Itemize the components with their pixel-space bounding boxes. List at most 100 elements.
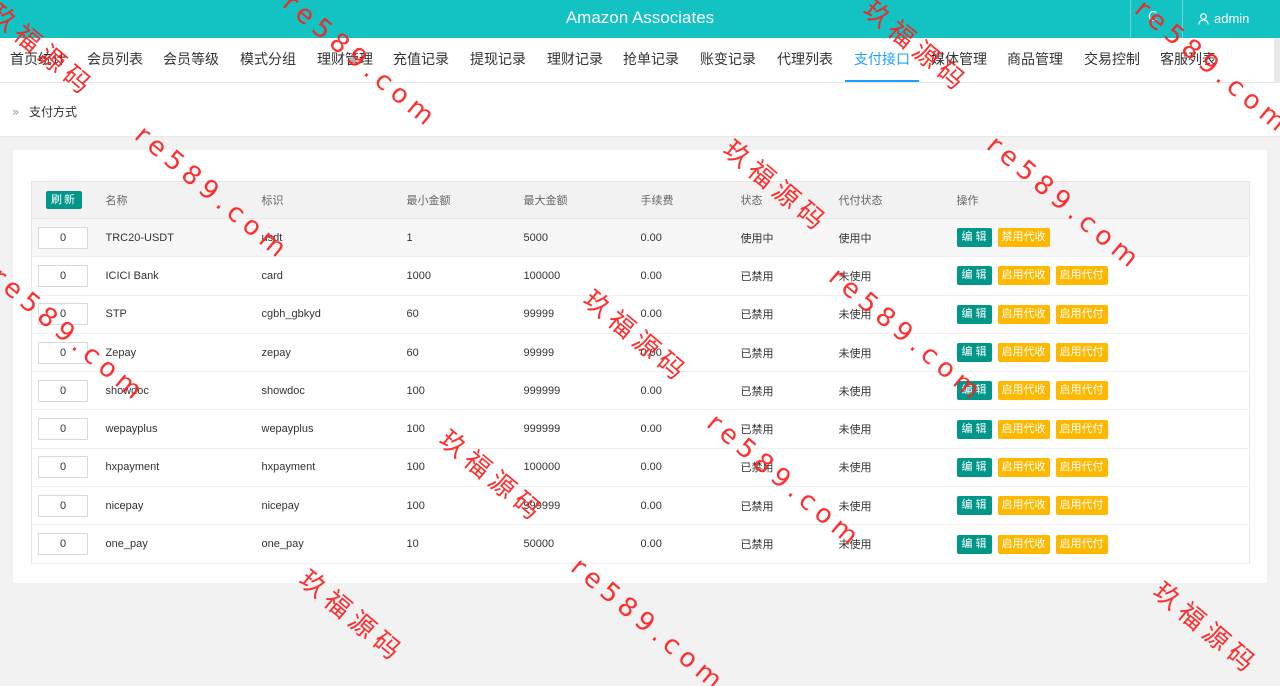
toggle-collection-button[interactable]: 禁用代收 — [997, 228, 1050, 248]
header-left-glyph[interactable]: C — [1148, 0, 1157, 38]
toggle-payout-button[interactable]: 启用代付 — [1055, 457, 1108, 477]
toggle-payout-button[interactable]: 启用代付 — [1055, 419, 1108, 439]
toggle-payout-button[interactable]: 启用代付 — [1055, 304, 1108, 324]
nav-tab[interactable]: 媒体管理 — [931, 38, 987, 82]
edit-button[interactable]: 编辑 — [956, 419, 992, 439]
code-cell: wepayplus — [261, 409, 407, 449]
name-cell: one_pay — [105, 524, 262, 564]
edit-button[interactable]: 编辑 — [956, 266, 992, 286]
toggle-collection-button[interactable]: 启用代收 — [997, 496, 1050, 516]
breadcrumb: » 支付方式 — [0, 83, 1280, 137]
header-divider — [1130, 0, 1131, 38]
min-amount-cell: 1000 — [406, 256, 524, 296]
top-header: Amazon Associates C admin — [0, 0, 1280, 38]
name-cell: hxpayment — [105, 448, 262, 488]
sort-order-input[interactable]: 0 — [38, 303, 88, 326]
payout-status-cell: 未使用 — [838, 448, 957, 488]
toggle-collection-button[interactable]: 启用代收 — [997, 534, 1050, 554]
sort-order-input[interactable]: 0 — [38, 341, 88, 364]
max-amount-cell: 99999 — [523, 295, 641, 334]
col-header-max: 最大金额 — [523, 181, 641, 219]
nav-tab[interactable]: 会员等级 — [163, 38, 219, 82]
sort-cell: 0 — [31, 486, 106, 526]
table-row: 0 one_pay one_pay 10 50000 0.00 已禁用 未使用 编辑 启用代收 启用… — [31, 524, 1250, 564]
nav-tab[interactable]: 抢单记录 — [623, 38, 679, 82]
breadcrumb-current[interactable]: 支付方式 — [29, 103, 77, 120]
sort-order-input[interactable]: 0 — [38, 379, 88, 402]
user-menu[interactable]: admin — [1198, 0, 1249, 38]
nav-tab[interactable]: 代理列表 — [777, 38, 833, 82]
sort-order-input[interactable]: 0 — [38, 418, 88, 441]
status-cell: 已禁用 — [740, 295, 839, 334]
table-row: 0 ICICI Bank card 1000 100000 0.00 已禁用 未使用 编辑 启用代… — [31, 256, 1250, 296]
app-title: Amazon Associates — [565, 8, 715, 27]
refresh-button[interactable]: 刷新 — [46, 191, 82, 209]
nav-tab[interactable]: 会员列表 — [87, 38, 143, 82]
col-header-actions: 操作 — [956, 181, 1250, 219]
sort-order-input[interactable]: 0 — [38, 494, 88, 517]
nav-tab[interactable]: 首页统计 — [10, 38, 66, 82]
nav-tab[interactable]: 客服列表 — [1160, 38, 1216, 82]
max-amount-cell: 5000 — [523, 218, 641, 258]
toggle-payout-button[interactable]: 启用代付 — [1055, 381, 1108, 401]
edit-button[interactable]: 编辑 — [956, 457, 992, 477]
toggle-collection-button[interactable]: 启用代收 — [997, 304, 1050, 324]
max-amount-cell: 999999 — [523, 409, 641, 449]
table-row: 0 nicepay nicepay 100 999999 0.00 已禁用 未使用 编辑 启用代收… — [31, 486, 1250, 526]
name-cell: STP — [105, 295, 262, 334]
nav-tab[interactable]: 商品管理 — [1007, 38, 1063, 82]
code-cell: hxpayment — [261, 448, 407, 488]
payout-status-cell: 未使用 — [838, 295, 957, 334]
min-amount-cell: 1 — [406, 218, 524, 258]
payout-status-cell: 未使用 — [838, 524, 957, 564]
toggle-collection-button[interactable]: 启用代收 — [997, 419, 1050, 439]
nav-tab[interactable]: 理财管理 — [317, 38, 373, 82]
nav-tab[interactable]: 账变记录 — [700, 38, 756, 82]
nav-scrollbar[interactable] — [1274, 38, 1280, 82]
toggle-payout-button[interactable]: 启用代付 — [1055, 496, 1108, 516]
nav-tab[interactable]: 模式分组 — [240, 38, 296, 82]
sort-order-input[interactable]: 0 — [38, 226, 88, 249]
name-cell: wepayplus — [105, 409, 262, 449]
edit-button[interactable]: 编辑 — [956, 228, 992, 248]
min-amount-cell: 100 — [406, 486, 524, 526]
actions-cell: 编辑 启用代收 启用代付 — [956, 409, 1250, 449]
toggle-payout-button[interactable]: 启用代付 — [1055, 343, 1108, 363]
status-cell: 已禁用 — [740, 448, 839, 488]
edit-button[interactable]: 编辑 — [956, 381, 992, 401]
edit-button[interactable]: 编辑 — [956, 496, 992, 516]
fee-cell: 0.00 — [640, 409, 741, 449]
nav-tab[interactable]: 理财记录 — [547, 38, 603, 82]
sort-order-input[interactable]: 0 — [38, 533, 88, 556]
nav-tab[interactable]: 充值记录 — [393, 38, 449, 82]
nav-tab[interactable]: 支付接口 — [845, 38, 919, 82]
toggle-collection-button[interactable]: 启用代收 — [997, 266, 1050, 286]
table-row: 0 hxpayment hxpayment 100 100000 0.00 已禁用 未使用 编辑… — [31, 448, 1250, 488]
actions-cell: 编辑 启用代收 启用代付 — [956, 524, 1250, 564]
name-cell: Zepay — [105, 333, 262, 373]
table-row: 0 showdoc showdoc 100 999999 0.00 已禁用 未使用 编辑 启用代收… — [31, 371, 1250, 411]
edit-button[interactable]: 编辑 — [956, 304, 992, 324]
edit-button[interactable]: 编辑 — [956, 343, 992, 363]
toggle-collection-button[interactable]: 启用代收 — [997, 343, 1050, 363]
edit-button[interactable]: 编辑 — [956, 534, 992, 554]
name-cell: showdoc — [105, 371, 262, 411]
toggle-payout-button[interactable]: 启用代付 — [1055, 534, 1108, 554]
toggle-collection-button[interactable]: 启用代收 — [997, 457, 1050, 477]
max-amount-cell: 999999 — [523, 486, 641, 526]
sort-cell: 0 — [31, 524, 106, 564]
code-cell: zepay — [261, 333, 407, 373]
toggle-collection-button[interactable]: 启用代收 — [997, 381, 1050, 401]
name-cell: nicepay — [105, 486, 262, 526]
nav-tab[interactable]: 交易控制 — [1084, 38, 1140, 82]
nav-tab[interactable]: 提现记录 — [470, 38, 526, 82]
code-cell: cgbh_gbkyd — [261, 295, 407, 334]
min-amount-cell: 10 — [406, 524, 524, 564]
sort-order-input[interactable]: 0 — [38, 456, 88, 479]
toggle-payout-button[interactable]: 启用代付 — [1055, 266, 1108, 286]
sort-order-input[interactable]: 0 — [38, 264, 88, 287]
table-row: 0 STP cgbh_gbkyd 60 99999 0.00 已禁用 未使用 编辑 启用代收 启用代… — [31, 295, 1250, 334]
header-divider — [1182, 0, 1183, 38]
col-header-name: 名称 — [105, 181, 262, 219]
actions-cell: 编辑 启用代收 启用代付 — [956, 256, 1250, 296]
